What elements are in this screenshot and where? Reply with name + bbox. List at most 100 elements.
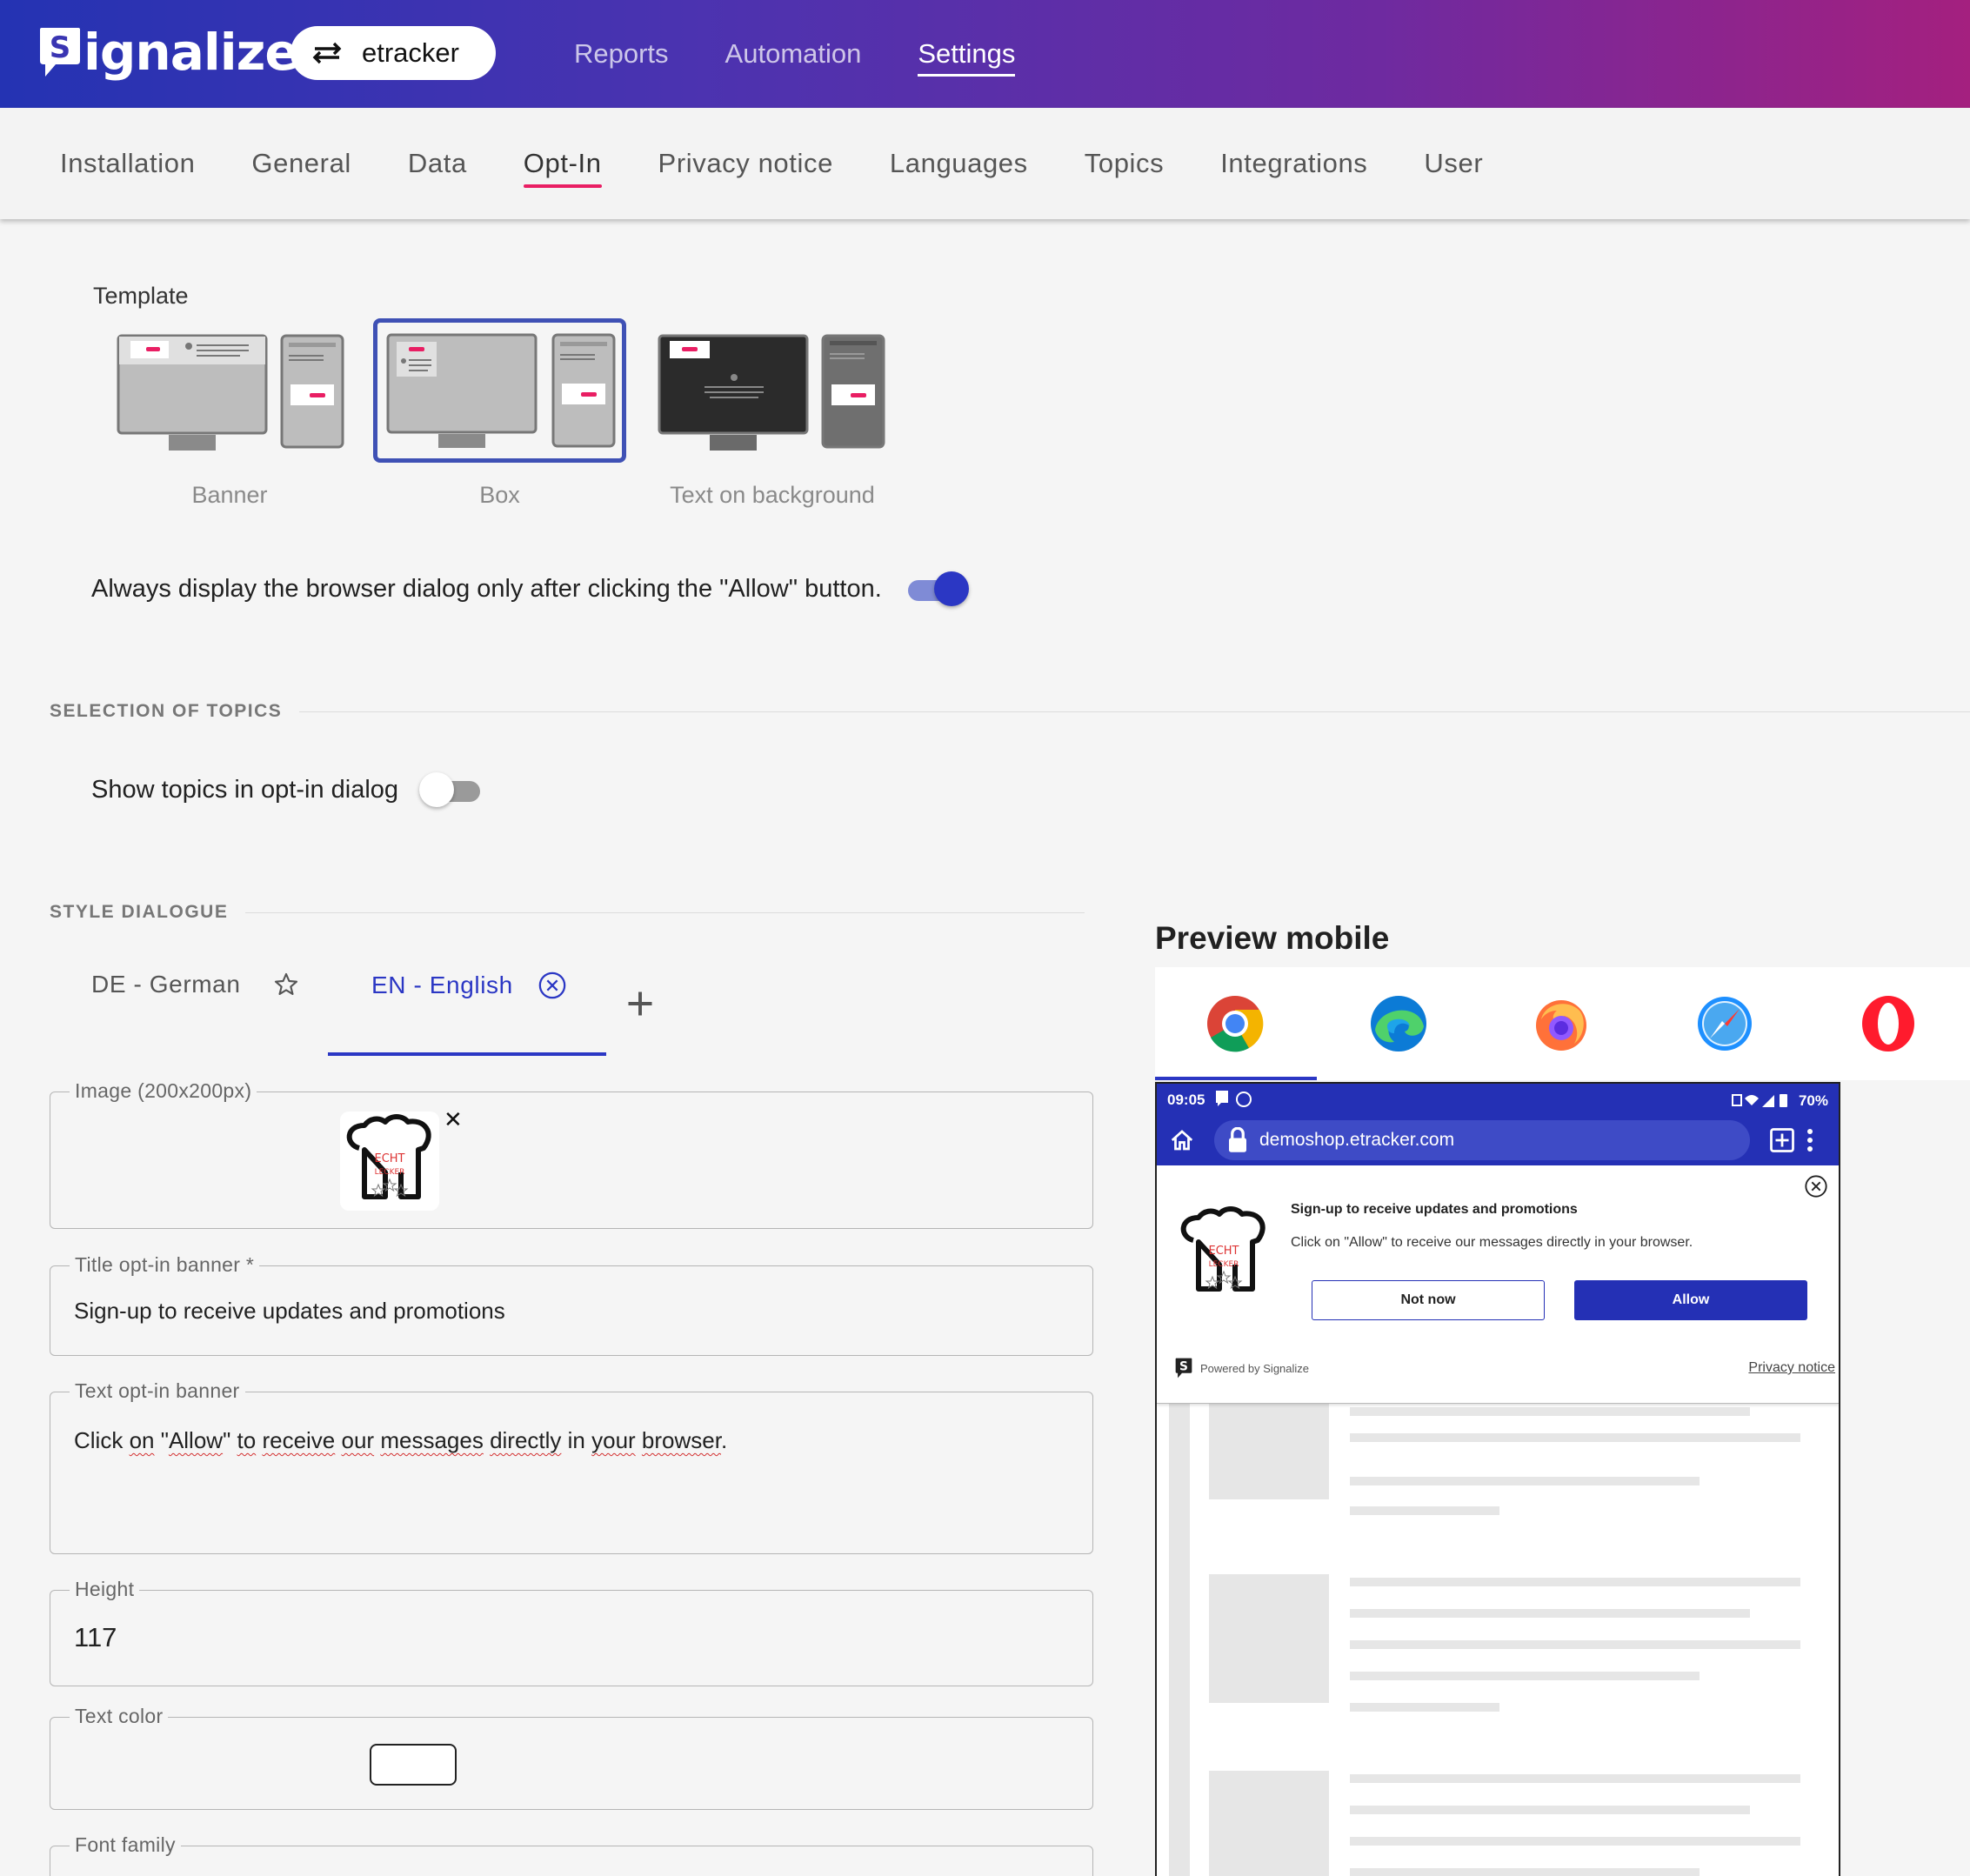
chef-hat-logo-icon: ECHT LECKER	[1180, 1206, 1265, 1292]
height-field[interactable]: Height 117	[50, 1578, 1093, 1686]
template-box-label: Box	[479, 482, 520, 508]
template-banner-option[interactable]	[115, 318, 344, 463]
browser-dialog-setting: Always display the browser dialog only a…	[91, 570, 969, 608]
text-field-value[interactable]: Click on "Allow" to receive our messages…	[74, 1427, 727, 1454]
language-tab-label: DE - German	[91, 971, 241, 998]
powered-by: S Powered by Signalize	[1174, 1357, 1309, 1379]
show-topics-toggle[interactable]	[419, 771, 485, 809]
signalize-mark-icon: S	[1175, 1358, 1192, 1379]
language-tab-en[interactable]: EN - English	[371, 971, 567, 1000]
notification-icons	[1216, 1091, 1252, 1107]
height-field-value[interactable]: 117	[74, 1622, 117, 1653]
chef-hat-logo-icon: ECHT LECKER	[346, 1114, 431, 1199]
font-family-field-label: Font family	[70, 1833, 181, 1857]
browser-selector	[1155, 967, 1970, 1080]
opt-in-text: Click on "Allow" to receive our messages…	[1291, 1235, 1693, 1250]
text-color-swatch[interactable]	[370, 1744, 457, 1786]
opt-in-title: Sign-up to receive updates and promotion…	[1291, 1202, 1578, 1217]
signalize-logo[interactable]: S ignalize	[38, 17, 299, 87]
browser-dialog-label: Always display the browser dialog only a…	[91, 574, 882, 603]
browser-dialog-toggle[interactable]	[903, 570, 969, 608]
text-color-field-label: Text color	[70, 1705, 169, 1728]
account-switcher[interactable]: etracker	[290, 26, 496, 80]
tab-opt-in[interactable]: Opt-In	[523, 148, 602, 188]
svg-text:S: S	[1179, 1359, 1188, 1373]
opt-in-image[interactable]: ECHT LECKER	[340, 1112, 439, 1211]
tab-topics[interactable]: Topics	[1085, 148, 1164, 179]
title-field-value[interactable]: Sign-up to receive updates and promotion…	[74, 1298, 505, 1325]
tab-general[interactable]: General	[251, 148, 351, 179]
language-tab-de[interactable]: DE - German	[91, 971, 300, 998]
tab-languages[interactable]: Languages	[890, 148, 1028, 179]
template-text-on-background-option[interactable]	[658, 318, 887, 463]
powered-by-text: Powered by Signalize	[1200, 1361, 1310, 1375]
close-circle-icon[interactable]	[1804, 1174, 1828, 1198]
nav-reports[interactable]: Reports	[574, 38, 669, 70]
svg-text:S: S	[50, 30, 71, 65]
selection-of-topics-heading: SELECTION OF TOPICS	[50, 701, 1970, 722]
star-icon[interactable]	[272, 971, 300, 998]
home-icon	[1171, 1130, 1193, 1151]
more-vert-icon	[1807, 1129, 1813, 1152]
url-text: demoshop.etracker.com	[1259, 1130, 1455, 1150]
text-color-field: Text color	[50, 1705, 1093, 1810]
divider	[245, 911, 1085, 913]
account-name: etracker	[362, 37, 459, 68]
preview-mobile-title: Preview mobile	[1155, 920, 1390, 956]
nav-automation[interactable]: Automation	[725, 38, 862, 70]
tab-privacy-notice[interactable]: Privacy notice	[658, 148, 833, 179]
divider	[299, 711, 1970, 712]
template-banner-label: Banner	[191, 482, 268, 508]
show-topics-label: Show topics in opt-in dialog	[91, 775, 399, 804]
mobile-preview-frame: 09:05 70% demoshop.etracker.com ECHT LEC…	[1155, 1082, 1840, 1876]
section-title: STYLE DIALOGUE	[50, 902, 229, 922]
font-family-field[interactable]: Font family	[50, 1833, 1093, 1876]
url-bar: demoshop.etracker.com	[1214, 1120, 1750, 1160]
swap-arrows-icon	[312, 42, 342, 64]
template-label: Template	[93, 283, 189, 309]
svg-text:LECKER: LECKER	[375, 1168, 405, 1177]
lock-icon	[1229, 1127, 1246, 1152]
banner-template-illustration	[117, 334, 344, 451]
allow-button[interactable]: Allow	[1574, 1280, 1807, 1320]
tab-user[interactable]: User	[1424, 148, 1483, 179]
height-field-label: Height	[70, 1578, 140, 1601]
status-time: 09:05	[1167, 1092, 1205, 1108]
svg-text:ECHT: ECHT	[1208, 1245, 1239, 1258]
privacy-notice-link[interactable]: Privacy notice	[1748, 1360, 1835, 1376]
new-tab-icon	[1770, 1128, 1794, 1152]
text-opt-in-banner-field[interactable]: Text opt-in banner Click on "Allow" to r…	[50, 1379, 1093, 1554]
active-browser-indicator	[1155, 1077, 1317, 1080]
tab-installation[interactable]: Installation	[60, 148, 195, 179]
not-now-button[interactable]: Not now	[1312, 1280, 1545, 1320]
chrome-icon[interactable]	[1206, 995, 1264, 1052]
cancel-circle-icon[interactable]	[538, 971, 567, 1000]
language-tab-label: EN - English	[371, 971, 513, 998]
app-header: S ignalize etracker Reports Automation S…	[0, 0, 1970, 108]
active-language-indicator	[328, 1052, 606, 1056]
status-battery: 70%	[1798, 1092, 1828, 1109]
template-box-option[interactable]	[373, 318, 626, 463]
tab-integrations[interactable]: Integrations	[1220, 148, 1367, 179]
title-opt-in-banner-field[interactable]: Title opt-in banner * Sign-up to receive…	[50, 1253, 1093, 1356]
safari-icon[interactable]	[1696, 995, 1753, 1052]
style-dialogue-heading: STYLE DIALOGUE	[50, 902, 1085, 923]
image-field: Image (200x200px) ECHT LECKER ✕	[50, 1079, 1093, 1229]
section-title: SELECTION OF TOPICS	[50, 701, 283, 721]
topics-setting: Show topics in opt-in dialog	[91, 771, 485, 809]
box-template-illustration	[386, 333, 616, 448]
text-field-label: Text opt-in banner	[70, 1379, 245, 1403]
template-text-on-background-label: Text on background	[670, 482, 875, 508]
opt-in-dialog-preview: ECHT LECKER Sign-up to receive updates a…	[1157, 1165, 1839, 1404]
phone-address-bar: demoshop.etracker.com	[1157, 1115, 1839, 1165]
remove-image-icon[interactable]: ✕	[444, 1108, 463, 1131]
text-on-background-template-illustration	[658, 334, 885, 451]
tab-data[interactable]: Data	[408, 148, 467, 179]
title-field-label: Title opt-in banner *	[70, 1253, 260, 1277]
firefox-icon[interactable]	[1533, 995, 1590, 1052]
add-language-icon[interactable]	[624, 988, 656, 1019]
nav-settings[interactable]: Settings	[918, 38, 1016, 77]
edge-icon[interactable]	[1370, 995, 1427, 1052]
opera-icon[interactable]	[1860, 995, 1917, 1052]
logo-text: ignalize	[83, 23, 299, 82]
